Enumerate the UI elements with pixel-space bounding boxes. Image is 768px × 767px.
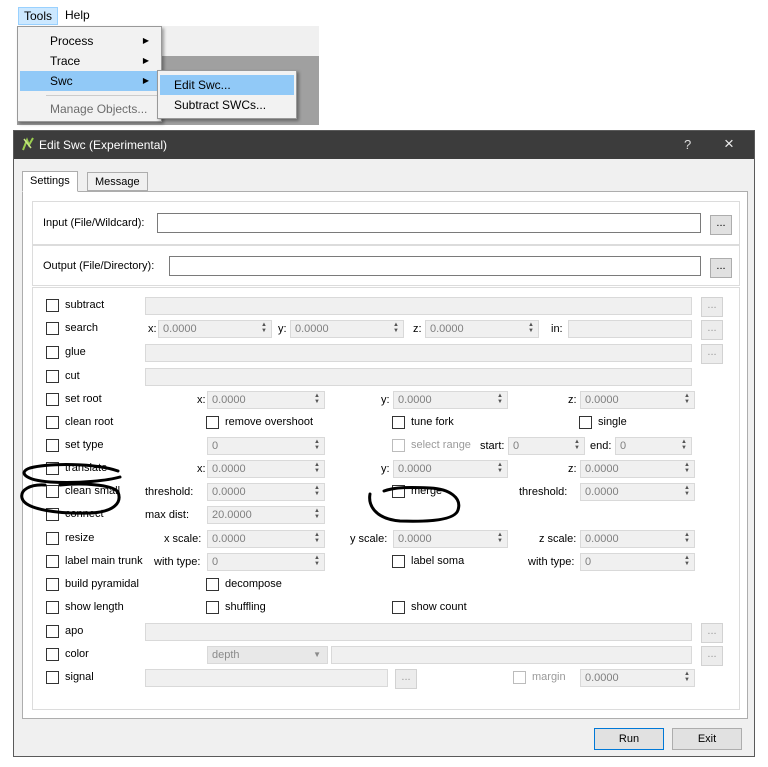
annotation-circle-translate (22, 463, 122, 485)
annotation-circle-merge (368, 485, 461, 523)
annotation-overlay (20, 463, 461, 523)
tab-settings[interactable]: Settings (22, 171, 78, 192)
annotation-circle-clean-small (20, 482, 121, 515)
